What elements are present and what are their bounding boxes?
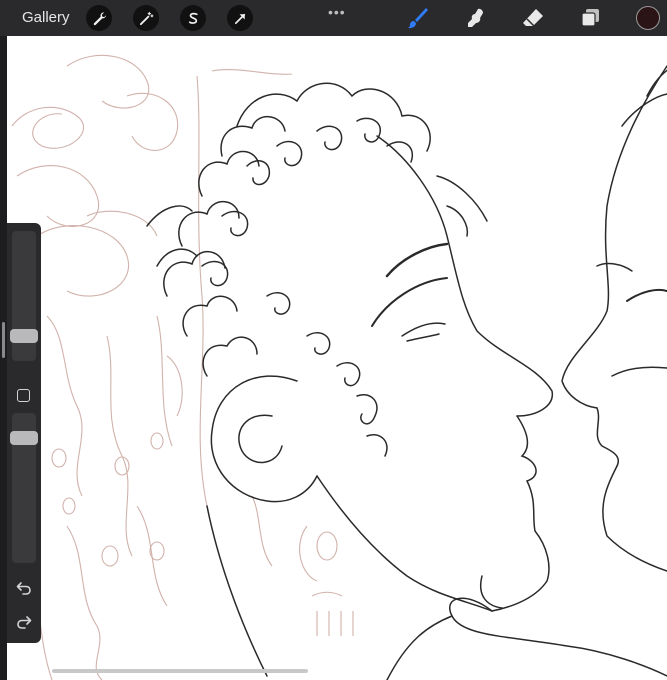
sidebar-drag-handle[interactable]: [2, 322, 5, 358]
selection-icon: [188, 12, 198, 24]
eraser-icon[interactable]: [521, 6, 545, 30]
opacity-thumb[interactable]: [10, 431, 38, 445]
transform-button[interactable]: [227, 5, 253, 31]
modify-button[interactable]: [17, 389, 30, 402]
more-menu-button[interactable]: •••: [328, 4, 346, 20]
gallery-button[interactable]: Gallery: [22, 9, 70, 26]
brush-icon[interactable]: [406, 6, 430, 30]
drawing-canvas[interactable]: [7, 36, 667, 680]
color-picker-button[interactable]: [636, 6, 660, 30]
actions-button[interactable]: [86, 5, 112, 31]
selection-button[interactable]: [180, 5, 206, 31]
home-indicator: [52, 669, 308, 673]
brush-sidebar: [7, 223, 41, 643]
redo-icon[interactable]: [15, 613, 33, 631]
top-toolbar: Gallery •••: [0, 0, 667, 36]
layers-icon[interactable]: [578, 6, 602, 30]
undo-icon[interactable]: [15, 579, 33, 597]
transform-arrow-icon: [234, 13, 245, 24]
brush-size-slider[interactable]: [10, 231, 38, 361]
opacity-slider[interactable]: [10, 413, 38, 563]
smudge-icon[interactable]: [464, 6, 488, 30]
wrench-icon: [93, 11, 106, 25]
left-edge-strip: [0, 36, 7, 680]
adjustments-button[interactable]: [133, 5, 159, 31]
brush-size-thumb[interactable]: [10, 329, 38, 343]
magic-wand-icon: [139, 11, 153, 25]
